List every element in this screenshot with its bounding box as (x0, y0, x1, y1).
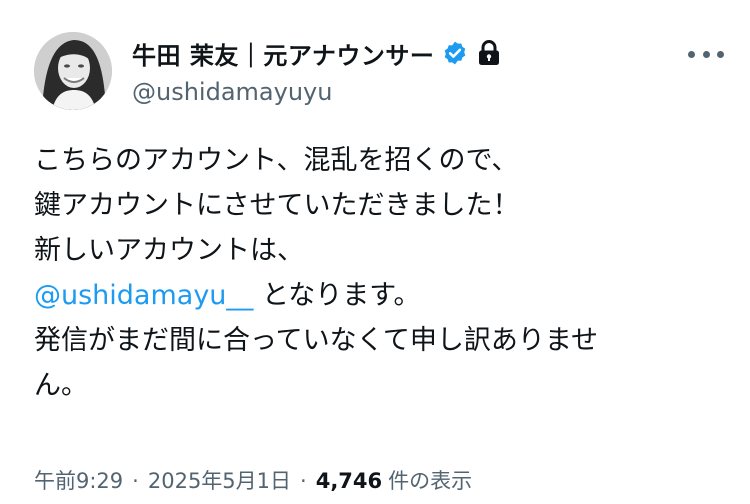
author-handle[interactable]: @ushidamayuyu (132, 78, 332, 106)
tweet-line: 発信がまだ間に合っていなくて申し訳ありませ (34, 325, 599, 356)
tweet-meta: 午前9:29 · 2025年5月1日 · 4,746 件の表示 (34, 465, 472, 495)
avatar-photo-icon (34, 32, 112, 110)
tweet-line: こちらのアカウント、混乱を招くので、 (34, 145, 519, 176)
more-options-icon (702, 50, 710, 58)
views-count[interactable]: 4,746 (316, 469, 382, 493)
views-label: 件の表示 (388, 469, 473, 493)
tweet-text: こちらのアカウント、混乱を招くので、 鍵アカウントにさせていただきました！ 新し… (34, 138, 724, 408)
tweet-time[interactable]: 午前9:29 (34, 465, 123, 495)
avatar[interactable] (34, 32, 112, 110)
verified-badge-icon (445, 41, 466, 65)
more-options-icon (717, 50, 724, 58)
mention-link[interactable]: @ushidamayu__ (34, 280, 253, 311)
meta-separator: · (300, 469, 307, 493)
mention-suffix: となります。 (253, 280, 421, 311)
author-display-name[interactable]: 牛田 茉友｜元アナウンサー (132, 36, 434, 71)
tweet-header: 牛田 茉友｜元アナウンサー @ushidamayuyu (34, 32, 724, 112)
lock-icon (479, 40, 500, 65)
meta-separator: · (132, 469, 139, 493)
tweet-line: 新しいアカウントは、 (34, 235, 304, 266)
tweet-line: ん。 (34, 370, 88, 401)
tweet-line: 鍵アカウントにさせていただきました！ (34, 190, 520, 221)
tweet-date[interactable]: 2025年5月1日 (148, 465, 291, 495)
author-name-row: 牛田 茉友｜元アナウンサー (132, 36, 500, 70)
more-options-button[interactable] (688, 42, 724, 66)
more-options-icon (688, 50, 695, 58)
tweet-mention-line: @ushidamayu__ となります。 (34, 273, 724, 318)
